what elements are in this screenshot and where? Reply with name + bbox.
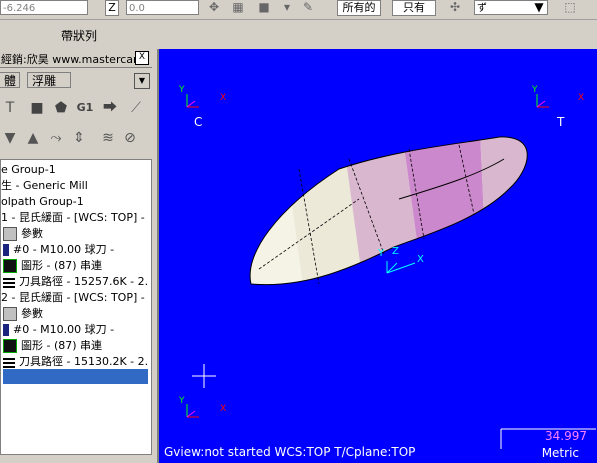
panel-title-bar: 經銷:欣昊 www.mastercam. X	[0, 49, 152, 68]
axis-triad-t	[536, 94, 549, 108]
panel-dropdown-button[interactable]: ▼	[134, 73, 150, 89]
tree-row[interactable]: 圖形 - (87) 串連	[3, 338, 102, 354]
arrow-down-icon[interactable]: ▼	[1, 129, 19, 147]
only-button[interactable]: 只有	[392, 0, 436, 16]
toolpath-icon	[3, 276, 15, 288]
top-toolbar: -6.246 Z 0.0 ✥ ▦ ■ ▾ ✎ 所有的 只有 ✣ ず ▼ ⬚	[0, 0, 597, 20]
tab-solid[interactable]: 體	[0, 72, 20, 88]
tool-icon	[3, 324, 9, 336]
panel-title: 經銷:欣昊 www.mastercam.	[1, 53, 148, 66]
folder-icon	[3, 227, 17, 241]
tree-row[interactable]: #0 - M10.00 球刀 -	[3, 242, 114, 258]
tab-relief[interactable]: 浮雕	[27, 72, 71, 88]
axis-y-label: Y	[179, 396, 185, 406]
scale-value: 34.997	[545, 429, 587, 443]
tree-row[interactable]: 1 - 昆氏緩面 - [WCS: TOP] -	[1, 210, 145, 226]
regenerate-icon[interactable]: G1	[76, 99, 94, 117]
select-icon[interactable]: ✣	[447, 0, 463, 16]
tx-icon[interactable]: T	[1, 99, 19, 117]
lock-icon[interactable]: ⊘	[121, 129, 139, 147]
insert-arrow-row[interactable]	[3, 369, 148, 384]
origin-triad	[386, 261, 416, 274]
axis-x-label: X	[578, 93, 585, 103]
viewport-status-text: Gview:not started WCS:TOP T/Cplane:TOP	[164, 445, 416, 459]
close-button[interactable]: X	[135, 51, 149, 65]
tree-row[interactable]: olpath Group-1	[1, 194, 84, 210]
axis-triad-c	[186, 94, 199, 108]
tree-row[interactable]: 參數	[3, 226, 43, 242]
tree-row[interactable]: e Group-1	[1, 162, 56, 178]
move-icon[interactable]: ✥	[206, 0, 222, 16]
z-label: Z	[105, 0, 119, 16]
waves-icon[interactable]: ≋	[99, 129, 117, 147]
folder-icon	[3, 307, 17, 321]
axis-y-label: Y	[179, 85, 185, 95]
z-field[interactable]: 0.0	[126, 0, 199, 15]
tree-row[interactable]: 參數	[3, 306, 43, 322]
select-all-icon[interactable]: ■	[28, 99, 46, 117]
toolpath-manager: 經銷:欣昊 www.mastercam. X 體 浮雕 ▼ T ■ ⬟ G1 ⮕…	[0, 49, 152, 463]
origin-z-label: Z	[392, 246, 399, 257]
tree-row[interactable]: 圖形 - (87) 串連	[3, 258, 102, 274]
level-icon[interactable]: ▦	[230, 0, 246, 16]
ribbon-bar-label: 帶狀列	[61, 29, 98, 43]
dropdown-arrow-icon[interactable]: ▼	[531, 0, 547, 16]
toolpath-icon	[3, 356, 15, 368]
wand-icon[interactable]: ⟋	[127, 99, 145, 117]
post-icon[interactable]: ⮕	[101, 99, 119, 117]
tree-row[interactable]: 2 - 昆氏緩面 - [WCS: TOP] -	[1, 290, 145, 306]
updown-icon[interactable]: ⇕	[70, 129, 88, 147]
geometry-icon	[3, 259, 17, 273]
coordinate-field[interactable]: -6.246	[0, 0, 88, 15]
tree-row[interactable]: 刀具路徑 - 15130.2K - 2.	[3, 354, 148, 370]
marquee-icon[interactable]: ⬚	[562, 0, 578, 16]
axis-x-label: X	[220, 93, 227, 103]
geometry-icon	[3, 339, 17, 353]
tree-row[interactable]: 生 - Generic Mill	[1, 178, 88, 194]
axis-y-label: Y	[532, 85, 538, 95]
select-failed-icon[interactable]: ⬟	[52, 99, 70, 117]
tree-row[interactable]: 刀具路徑 - 15257.6K - 2.	[3, 274, 148, 290]
insert-arrow-icon[interactable]: ⤳	[47, 129, 65, 147]
chevron-down-icon[interactable]: ▾	[279, 0, 295, 16]
tree-row[interactable]: #0 - M10.00 球刀 -	[3, 322, 114, 338]
graphics-viewport[interactable]: Y X C Y X T Y Z X Y X Gview:not started …	[157, 49, 597, 463]
color-icon[interactable]: ■	[256, 0, 272, 16]
arrow-up-icon[interactable]: ▲	[24, 129, 42, 147]
all-button[interactable]: 所有的	[337, 0, 381, 16]
pencil-icon[interactable]: ✎	[300, 0, 316, 16]
toolpath-icons-row-1: T ■ ⬟ G1 ⮕ ⟋	[0, 96, 152, 120]
toolpath-icons-row-2: ▼ ▲ ⤳ ⇕ ≋ ⊘	[0, 126, 152, 150]
construction-plane-label: C	[194, 115, 203, 129]
tool-icon	[3, 244, 9, 256]
axis-x-label: X	[220, 404, 227, 414]
operations-tree: e Group-1 生 - Generic Mill olpath Group-…	[0, 159, 152, 455]
axis-triad-bottom	[186, 404, 199, 418]
crosshair-icon	[192, 364, 216, 388]
tab-row: 體 浮雕 ▼	[0, 69, 152, 89]
origin-y-label: Y	[378, 248, 385, 259]
tool-plane-label: T	[557, 115, 565, 129]
scale-unit: Metric	[541, 446, 579, 460]
origin-x-label: X	[417, 254, 424, 265]
